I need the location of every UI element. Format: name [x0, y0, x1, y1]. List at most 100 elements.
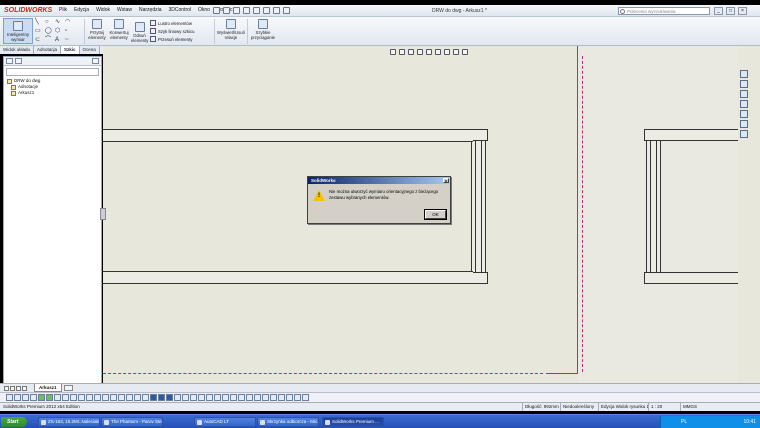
- menu-insert[interactable]: Wstaw: [116, 7, 133, 13]
- table-icon[interactable]: [142, 394, 149, 401]
- align-center-icon[interactable]: [158, 394, 165, 401]
- taskbar-item-autocad[interactable]: AutoCAD LT: [194, 417, 256, 427]
- add-sheet-icon[interactable]: [64, 385, 73, 391]
- status-units[interactable]: MMGS: [680, 403, 697, 411]
- dimension-icon[interactable]: [214, 394, 221, 401]
- chamfer-dim-icon[interactable]: [238, 394, 245, 401]
- cosmetic-thread-icon[interactable]: [294, 394, 301, 401]
- prev-sheet-icon[interactable]: [10, 386, 15, 391]
- align-top-icon[interactable]: [174, 394, 181, 401]
- tree-filter-input[interactable]: [6, 68, 99, 76]
- section-view-icon[interactable]: [426, 49, 432, 55]
- balloon-icon[interactable]: [62, 394, 69, 401]
- linear-pattern-button[interactable]: Szyk liniowy szkicu: [150, 28, 195, 34]
- appearance-icon[interactable]: [453, 49, 459, 55]
- menu-window[interactable]: Okno: [197, 7, 211, 13]
- slot-icon[interactable]: ⊂: [35, 37, 43, 43]
- pan-icon[interactable]: [417, 49, 423, 55]
- status-scale[interactable]: 1 : 20: [648, 403, 662, 411]
- taskbar-item-solidworks[interactable]: SolidWorks Premium ...: [322, 417, 384, 427]
- ok-button[interactable]: OK: [424, 209, 447, 220]
- menu-edit[interactable]: Edycja: [73, 7, 90, 13]
- auto-balloon-icon[interactable]: [286, 394, 293, 401]
- circle-icon[interactable]: ○: [45, 19, 53, 25]
- open-icon[interactable]: [223, 7, 230, 14]
- block-icon[interactable]: [134, 394, 141, 401]
- arc-icon[interactable]: ◠: [65, 19, 73, 25]
- line-icon[interactable]: ╲: [35, 19, 43, 25]
- hole-callout-icon[interactable]: [102, 394, 109, 401]
- panel-collapse-handle[interactable]: [100, 208, 106, 220]
- mirror-entities-button[interactable]: Lustro elementów: [150, 20, 192, 26]
- centerline-icon[interactable]: ┄: [65, 37, 73, 43]
- group-icon[interactable]: [198, 394, 205, 401]
- align-left-icon[interactable]: [150, 394, 157, 401]
- line-color-icon[interactable]: [14, 394, 21, 401]
- fillet-icon[interactable]: ⌒: [45, 37, 53, 43]
- line-thickness-icon[interactable]: [22, 394, 29, 401]
- line-style-icon[interactable]: [30, 394, 37, 401]
- center-mark-icon[interactable]: [110, 394, 117, 401]
- start-button[interactable]: Start: [1, 417, 27, 427]
- resources-icon[interactable]: [740, 70, 748, 78]
- text-icon[interactable]: A: [55, 37, 63, 43]
- dowel-pin-icon[interactable]: [302, 394, 309, 401]
- view-palette-icon[interactable]: [740, 100, 748, 108]
- color-display-icon[interactable]: [46, 394, 53, 401]
- forum-icon[interactable]: [740, 130, 748, 138]
- dialog-close-button[interactable]: x: [443, 178, 449, 183]
- trim-entities-button[interactable]: Przytnij elementy: [87, 19, 107, 40]
- hide-show-icon[interactable]: [444, 49, 450, 55]
- baseline-icon[interactable]: [222, 394, 229, 401]
- rectangle-icon[interactable]: ▭: [35, 28, 43, 34]
- display-style-icon[interactable]: [435, 49, 441, 55]
- convert-entities-button[interactable]: Konwertuj elementy: [108, 19, 130, 40]
- zoom-fit-icon[interactable]: [390, 49, 396, 55]
- note-icon[interactable]: [54, 394, 61, 401]
- new-icon[interactable]: [213, 7, 220, 14]
- centerline-tool-icon[interactable]: [118, 394, 125, 401]
- language-indicator[interactable]: PL: [681, 419, 687, 425]
- ordinate-icon[interactable]: [230, 394, 237, 401]
- tab-evaluate[interactable]: Ocena: [80, 46, 100, 54]
- search-input[interactable]: Polecenia wyszukiwania: [618, 7, 710, 15]
- point-icon[interactable]: ▫: [65, 28, 73, 34]
- taskbar-item-music[interactable]: The Phantom - Parov Ste...: [101, 417, 163, 427]
- print-icon[interactable]: [243, 7, 250, 14]
- appearances-icon[interactable]: [740, 110, 748, 118]
- first-sheet-icon[interactable]: [4, 386, 9, 391]
- layer-icon[interactable]: [6, 394, 13, 401]
- save-icon[interactable]: [233, 7, 240, 14]
- taskbar-item-outlook[interactable]: Skrzynka odbiorcza - Mic...: [257, 417, 319, 427]
- datum-icon[interactable]: [94, 394, 101, 401]
- clock[interactable]: 10:41: [743, 419, 756, 425]
- zoom-area-icon[interactable]: [399, 49, 405, 55]
- tree-item-sheet[interactable]: Arkusz1: [4, 90, 101, 96]
- rebuild-icon[interactable]: [273, 7, 280, 14]
- menu-3dcontrol[interactable]: 3DControl: [168, 7, 193, 13]
- sheet-tab[interactable]: Arkusz1: [34, 384, 62, 392]
- design-library-icon[interactable]: [740, 80, 748, 88]
- menu-tools[interactable]: Narzędzia: [138, 7, 163, 13]
- maximize-button[interactable]: □: [726, 7, 735, 15]
- ungroup-icon[interactable]: [206, 394, 213, 401]
- magnetic-line-icon[interactable]: [278, 394, 285, 401]
- file-explorer-icon[interactable]: [740, 90, 748, 98]
- minimize-button[interactable]: _: [714, 7, 723, 15]
- hide-edge-icon[interactable]: [38, 394, 45, 401]
- weld-symbol-icon[interactable]: [78, 394, 85, 401]
- tab-sketch[interactable]: Szkic: [61, 46, 80, 54]
- smart-dimension-button[interactable]: Inteligentny wymiar: [3, 18, 33, 44]
- geometric-tolerance-icon[interactable]: [86, 394, 93, 401]
- tab-view-layout[interactable]: Widok układu: [0, 46, 35, 54]
- last-sheet-icon[interactable]: [22, 386, 27, 391]
- align-right-icon[interactable]: [166, 394, 173, 401]
- menu-view[interactable]: Widok: [95, 7, 111, 13]
- spline-icon[interactable]: ∿: [55, 19, 63, 25]
- scene-icon[interactable]: [462, 49, 468, 55]
- spell-check-icon[interactable]: [254, 394, 261, 401]
- options-icon[interactable]: [283, 7, 290, 14]
- revision-cloud-icon[interactable]: [270, 394, 277, 401]
- custom-properties-icon[interactable]: [740, 120, 748, 128]
- tab-annotation[interactable]: Adnotacja: [34, 46, 62, 54]
